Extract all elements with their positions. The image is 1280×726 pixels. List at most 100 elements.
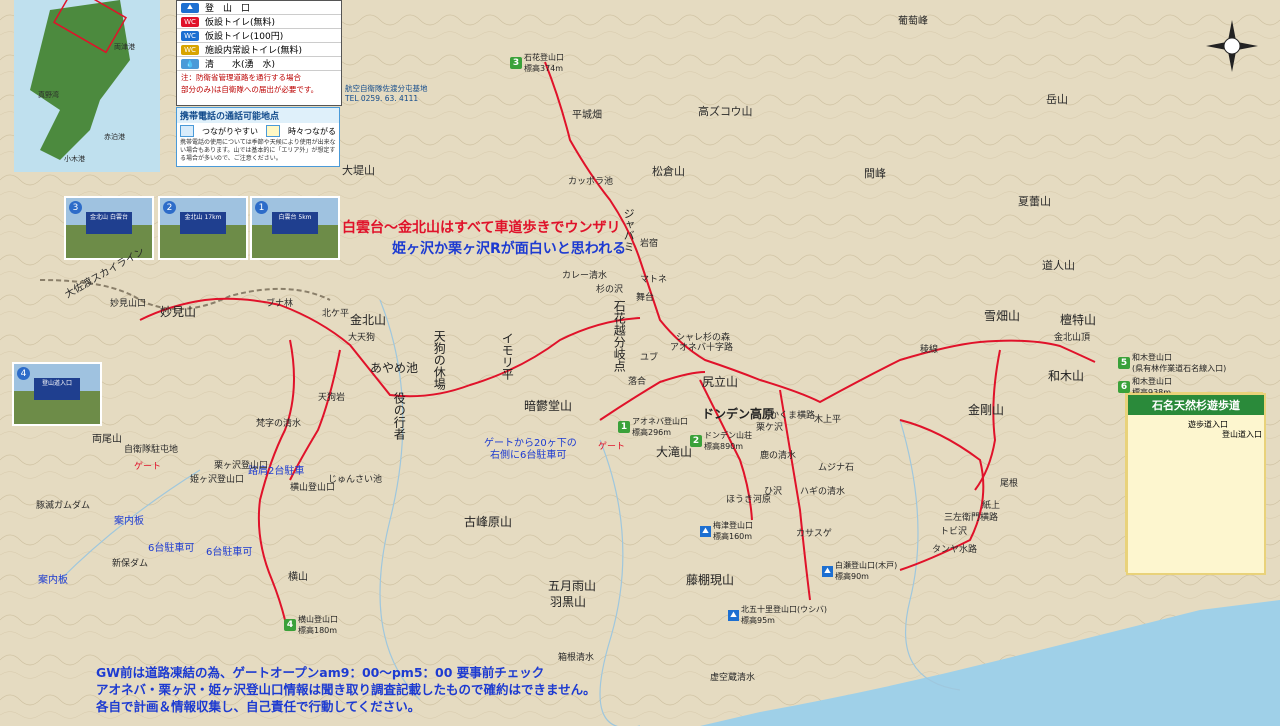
peak-label: シャレ杉の森 <box>676 333 731 343</box>
photo-number: 2 <box>163 201 176 214</box>
route-label: 石花越分岐点 <box>612 300 627 372</box>
bottom-note: アオネバ・栗ヶ沢・姫ヶ沢登山口情報は聞き取り調査記載したもので確約はできません。 <box>96 682 596 697</box>
trailhead-number: 3 <box>510 57 522 69</box>
route-label: ジャバミ <box>622 208 636 252</box>
phone-box-note: 携帯電話の使用については季節や天候により使用が出来ない場合もあります。山では基本… <box>180 139 336 162</box>
peak-label: アオネバ十字路 <box>670 343 734 353</box>
peak-label: 岩宿 <box>640 239 659 249</box>
road-note: 部分のみ)は自衛隊への届出が必要です。 <box>181 85 319 94</box>
peak-label: あやめ池 <box>370 361 419 375</box>
trailhead[interactable]: ⛰ 梅津登山口 標高160m <box>700 520 753 542</box>
peak-label: 道人山 <box>1042 259 1075 272</box>
peak-label: 檀特山 <box>1060 313 1097 327</box>
peak-label: 和木山 <box>1048 369 1085 383</box>
peak-label: 尾根 <box>1000 479 1019 489</box>
legend-label: 施設内常設トイレ(無料) <box>205 46 303 56</box>
hiker-icon: ⛰ <box>822 565 833 577</box>
peak-label: 暗鬱堂山 <box>524 399 573 413</box>
trailhead-elev: 標高374m <box>524 64 564 73</box>
hiker-icon: ⛰ <box>728 609 739 621</box>
peak-label: 天狗岩 <box>318 393 346 403</box>
photo-sign: 金北山 17km <box>180 212 226 234</box>
annotation-red: 白雲台〜金北山はすべて車道歩きでウンザリ <box>342 220 621 236</box>
peak-label: 三左衛門横路 <box>944 513 999 523</box>
toilet-free-icon: WC <box>181 16 199 27</box>
peak-label: タンヤ水路 <box>932 545 978 555</box>
trailhead[interactable]: 5 和木登山口 (県有林作業道石名線入口) <box>1118 352 1226 374</box>
peak-label: 両尾山 <box>92 434 122 445</box>
trailhead-name: 和木登山口 <box>1132 353 1172 362</box>
inset-map: 両津港 真野湾 赤泊港 小木港 <box>14 0 160 172</box>
bottom-notes: GW前は道路凍結の為、ゲートオープンam9：00〜pm5：00 要事前チェック … <box>96 664 596 715</box>
peak-label: 藤棚現山 <box>686 573 735 587</box>
peak-label: じゅんさい池 <box>328 475 383 485</box>
gate-note: 右側に6台駐車可 <box>490 450 567 461</box>
hiker-icon: ⛰ <box>181 2 199 13</box>
peak-label: 金剛山 <box>968 403 1005 417</box>
peak-label: 栗ヶ沢登山口 <box>214 461 269 471</box>
peak-label: カレー清水 <box>562 271 608 281</box>
trailhead[interactable]: ⛰ 白瀬登山口(木戸) 標高90m <box>822 560 897 582</box>
trailhead-elev: 標高160m <box>713 532 753 541</box>
trees-walkway-box: 石名天然杉遊歩道 遊歩道入口 登山道入口 <box>1126 393 1266 575</box>
gate-label: ゲート <box>598 442 626 452</box>
peak-label: 姫ヶ沢登山口 <box>190 475 245 485</box>
legend-label: 仮設トイレ(100円) <box>205 32 284 42</box>
peak-label: 虚空蔵清水 <box>710 673 756 683</box>
inset-label: 赤泊港 <box>104 133 125 141</box>
peak-label: 大天狗 <box>348 333 376 343</box>
trailhead-name: 梅津登山口 <box>713 521 753 530</box>
gate-note: ゲートから20ヶ下の <box>484 438 577 449</box>
peak-label: 妙見山口 <box>110 299 147 309</box>
peak-label: かくま横路 <box>770 411 816 421</box>
legend-row: WC 施設内常設トイレ(無料) <box>177 43 341 57</box>
trailhead-number: 1 <box>618 421 630 433</box>
peak-label: 葡萄峰 <box>898 16 928 27</box>
photo-number: 3 <box>69 201 82 214</box>
legend-label: 登 山 口 <box>205 4 251 14</box>
trailhead-name: アオネバ登山口 <box>632 417 688 426</box>
legend-row: 💧 清 水(湧 水) <box>177 57 341 71</box>
inset-label: 真野湾 <box>38 91 59 99</box>
peak-label: 落合 <box>628 377 647 387</box>
photo-sign: 金北山 白雲台 <box>86 212 132 234</box>
water-icon: 💧 <box>181 58 199 69</box>
peak-label: 間峰 <box>864 167 886 180</box>
peak-label: 古峰原山 <box>464 515 513 529</box>
trailhead[interactable]: 4 横山登山口 標高180m <box>284 614 338 636</box>
compass-icon <box>1202 16 1262 76</box>
peak-label: マトネ <box>640 275 668 285</box>
peak-label: 大堤山 <box>342 164 375 177</box>
trailhead-elev: 標高296m <box>632 428 672 437</box>
parking-note: 6台駐車可 <box>148 543 195 554</box>
route-label: 役の行者 <box>392 392 407 440</box>
peak-label: 横山登山口 <box>290 483 336 493</box>
legend-label: 仮設トイレ(無料) <box>205 18 276 28</box>
sign-board-label: 案内板 <box>114 516 144 527</box>
peak-label: ほうき河原 <box>726 495 772 505</box>
trailhead-name: 北五十里登山口(ウシバ) <box>741 605 828 614</box>
peak-label: 栗ケ沢 <box>756 423 784 433</box>
trailhead-elev: 標高890m <box>704 442 744 451</box>
annotation-blue: 姫ヶ沢か栗ヶ沢Rが面白いと思われる <box>392 241 627 257</box>
trailhead[interactable]: 3 石花登山口 標高374m <box>510 52 564 74</box>
peak-label: 北ケ平 <box>322 309 350 319</box>
peak-label: ブナ林 <box>266 299 294 309</box>
photo-number: 1 <box>255 201 268 214</box>
peak-label: ユブ <box>640 353 659 363</box>
trailhead[interactable]: 2 ドンデン山荘 標高890m <box>690 430 752 452</box>
peak-label: 岳山 <box>1046 93 1068 106</box>
peak-label: 舞台 <box>636 293 655 303</box>
trailhead[interactable]: 1 アオネバ登山口 標高296m <box>618 416 688 438</box>
peak-label: 稜線 <box>920 345 939 355</box>
photo-sign: 白雲台 5km <box>272 212 318 234</box>
trailhead-number: 4 <box>284 619 296 631</box>
gate-label: ゲート <box>134 462 162 472</box>
bottom-note: 各自で計画＆情報収集し、自己責任で行動してください。 <box>96 699 421 714</box>
peak-label: 新保ダム <box>112 559 149 569</box>
trailhead-number: 6 <box>1118 381 1130 393</box>
legend-row: ⛰ 登 山 口 <box>177 1 341 15</box>
phone-box-title: 携帯電話の通話可能地点 <box>177 108 339 123</box>
peak-label: 杉の沢 <box>596 285 624 295</box>
trailhead[interactable]: ⛰ 北五十里登山口(ウシバ) 標高95m <box>728 604 827 626</box>
